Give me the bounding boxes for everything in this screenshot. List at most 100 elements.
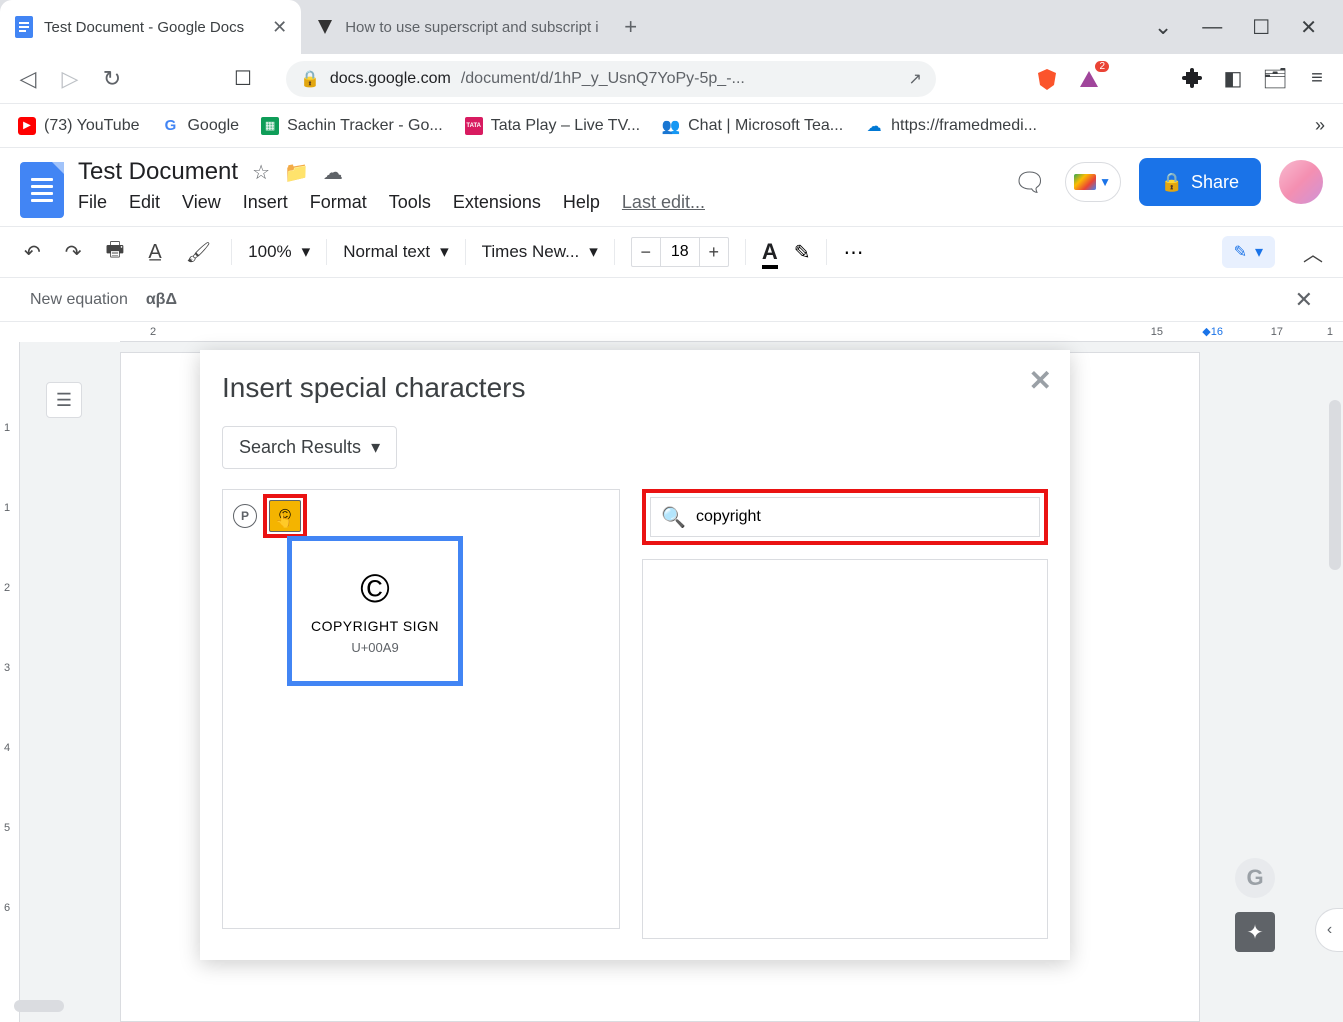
new-equation-button[interactable]: New equation: [30, 291, 128, 309]
font-size-decrease[interactable]: −: [632, 242, 660, 263]
chevron-down-icon: ▾: [589, 242, 598, 262]
text-color-button[interactable]: A: [762, 239, 778, 265]
tooltip-symbol: ©: [360, 567, 389, 612]
character-search-input[interactable]: 🔍 copyright: [650, 497, 1040, 537]
wallet-icon[interactable]: 🗂: [1263, 67, 1287, 91]
font-dropdown[interactable]: Times New...▾: [482, 242, 598, 262]
menu-bar: File Edit View Insert Format Tools Exten…: [78, 192, 705, 213]
forward-button: ▷: [56, 65, 84, 93]
menu-file[interactable]: File: [78, 192, 107, 213]
tooltip-code: U+00A9: [351, 640, 398, 655]
editing-mode-dropdown[interactable]: ✎▾: [1222, 236, 1275, 268]
move-icon[interactable]: 📁: [284, 160, 309, 185]
undo-button[interactable]: ↶: [20, 236, 45, 269]
special-characters-dialog: ✕ Insert special characters Search Resul…: [200, 350, 1070, 960]
vertical-ruler[interactable]: 1 1 2 3 4 5 6: [0, 342, 20, 1022]
tabs-dropdown-icon[interactable]: ⌄: [1154, 14, 1172, 40]
character-tooltip: © COPYRIGHT SIGN U+00A9: [287, 536, 463, 686]
account-avatar[interactable]: [1279, 160, 1323, 204]
menu-help[interactable]: Help: [563, 192, 600, 213]
character-result-p[interactable]: P: [233, 504, 257, 528]
bookmark-page-icon[interactable]: ☐: [234, 66, 252, 91]
address-bar[interactable]: 🔒 docs.google.com /document/d/1hP_y_UsnQ…: [286, 61, 936, 97]
browser-tab-inactive[interactable]: How to use superscript and subscript i: [301, 0, 612, 54]
cursor-icon: 👆: [275, 512, 292, 529]
bookmark-tataplay[interactable]: TATATata Play – Live TV...: [465, 117, 640, 135]
horizontal-scrollbar[interactable]: [14, 1000, 64, 1012]
minimize-icon[interactable]: —: [1202, 16, 1222, 39]
bookmark-sheets[interactable]: ▦Sachin Tracker - Go...: [261, 117, 443, 135]
menu-tools[interactable]: Tools: [389, 192, 431, 213]
sidepanel-icon[interactable]: ◧: [1221, 67, 1245, 91]
chevron-down-icon: ▾: [371, 437, 380, 458]
lock-icon: 🔒: [300, 69, 320, 89]
browser-tab-active[interactable]: Test Document - Google Docs ✕: [0, 0, 301, 54]
bookmark-teams[interactable]: 👥Chat | Microsoft Tea...: [662, 117, 843, 135]
paint-format-button[interactable]: 🖌: [182, 236, 215, 269]
meet-button[interactable]: ▼: [1065, 162, 1121, 202]
chevron-down-icon: ▾: [440, 242, 449, 262]
menu-format[interactable]: Format: [310, 192, 367, 213]
back-button[interactable]: ◁: [14, 65, 42, 93]
font-size-control: − 18 +: [631, 237, 729, 267]
reload-button[interactable]: ↻: [98, 65, 126, 93]
browser-menu-icon[interactable]: ≡: [1305, 67, 1329, 91]
bookmark-onedrive[interactable]: ☁https://framedmedi...: [865, 117, 1037, 135]
share-url-icon[interactable]: ↗: [909, 69, 922, 89]
chevron-down-icon: ▾: [302, 242, 311, 262]
tab-title: Test Document - Google Docs: [44, 19, 244, 36]
menu-extensions[interactable]: Extensions: [453, 192, 541, 213]
window-controls: ⌄ — ☐ ✕: [1128, 0, 1343, 54]
toolbar-more-icon[interactable]: ⋯: [843, 240, 865, 265]
chevron-down-icon: ▾: [1255, 242, 1263, 262]
category-filter-dropdown[interactable]: Search Results ▾: [222, 426, 397, 469]
brave-rewards-icon[interactable]: [1077, 67, 1101, 91]
comments-icon[interactable]: 🗨: [1014, 167, 1047, 198]
browser-extension-icons: ◧ 🗂 ≡: [1035, 67, 1329, 91]
extensions-icon[interactable]: [1179, 67, 1203, 91]
maximize-icon[interactable]: ☐: [1252, 15, 1270, 40]
dialog-close-icon[interactable]: ✕: [1029, 364, 1052, 397]
lock-icon: 🔒: [1161, 172, 1183, 193]
menu-edit[interactable]: Edit: [129, 192, 160, 213]
character-draw-box[interactable]: [642, 559, 1048, 939]
paragraph-style-dropdown[interactable]: Normal text▾: [343, 242, 448, 262]
star-icon[interactable]: ☆: [252, 160, 270, 185]
bookmarks-overflow-icon[interactable]: »: [1315, 115, 1325, 136]
equation-greek-dropdown[interactable]: αβΔ: [146, 291, 177, 309]
url-path: /document/d/1hP_y_UsnQ7YoPy-5p_-...: [461, 70, 745, 88]
menu-insert[interactable]: Insert: [243, 192, 288, 213]
collapse-toolbar-icon[interactable]: ︿: [1303, 238, 1323, 267]
explore-button[interactable]: ✦: [1235, 912, 1275, 952]
print-button[interactable]: 🖶: [102, 231, 129, 273]
chevron-down-icon: ▼: [1099, 175, 1111, 189]
grammarly-icon[interactable]: G: [1235, 858, 1275, 898]
menu-view[interactable]: View: [182, 192, 221, 213]
horizontal-ruler[interactable]: 2 15 ◆16 17 1: [120, 322, 1343, 342]
vertical-scrollbar[interactable]: [1329, 400, 1341, 570]
redo-button[interactable]: ↷: [61, 236, 86, 269]
zoom-dropdown[interactable]: 100%▾: [248, 242, 310, 262]
ruler-marker-icon[interactable]: ◆16: [1202, 325, 1223, 338]
new-tab-button[interactable]: +: [613, 0, 649, 54]
tab-close-icon[interactable]: ✕: [272, 17, 287, 38]
browser-tab-strip: Test Document - Google Docs ✕ How to use…: [0, 0, 1343, 54]
bookmark-youtube[interactable]: ▶(73) YouTube: [18, 117, 139, 135]
last-edit-link[interactable]: Last edit...: [622, 192, 705, 213]
cloud-status-icon[interactable]: ☁: [323, 160, 343, 185]
highlight-button[interactable]: ✎: [794, 240, 811, 265]
close-window-icon[interactable]: ✕: [1300, 15, 1317, 40]
search-icon: 🔍: [661, 505, 686, 530]
spellcheck-button[interactable]: A̲: [144, 237, 165, 268]
brave-shield-icon[interactable]: [1035, 67, 1059, 91]
meet-icon: [1074, 174, 1096, 190]
bookmark-google[interactable]: GGoogle: [161, 117, 239, 135]
font-size-value[interactable]: 18: [660, 238, 700, 266]
font-size-increase[interactable]: +: [700, 242, 728, 263]
close-equation-icon[interactable]: ✕: [1295, 287, 1313, 313]
pencil-icon: ✎: [1234, 242, 1247, 262]
docs-logo-icon[interactable]: [20, 162, 64, 218]
document-outline-button[interactable]: ☰: [46, 382, 82, 418]
document-title[interactable]: Test Document: [78, 158, 238, 186]
share-button[interactable]: 🔒Share: [1139, 158, 1261, 206]
